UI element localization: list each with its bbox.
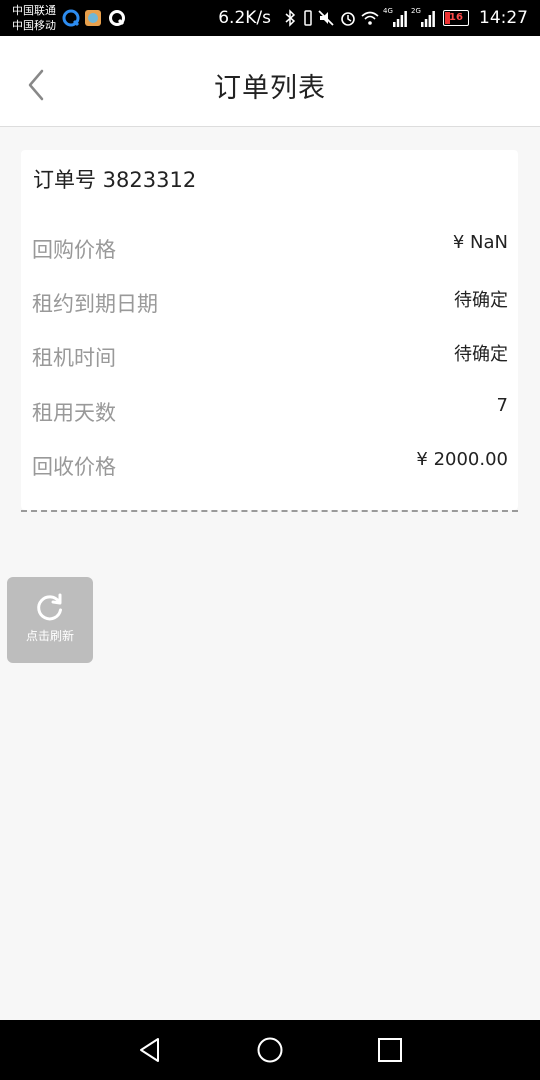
triangle-back-icon [140,1038,159,1062]
status-bar: 中国联通 中国移动 6.2K/s 4G 2G 16 14:27 [0,0,540,36]
net-tag-2g: 2G [411,7,421,15]
nav-home-button[interactable] [254,1034,286,1066]
refresh-button[interactable]: 点击刷新 [7,577,93,663]
signal-2g-icon: 2G [411,7,435,27]
alarm-icon [341,12,355,26]
signal-4g-icon: 4G [383,7,407,27]
row-value: 待确定 [454,344,508,365]
refresh-icon [37,593,62,621]
bluetooth-icon [285,9,296,27]
system-nav-bar [0,1020,540,1080]
nav-back-button[interactable] [134,1034,166,1066]
order-row-rental-days: 租用天数 7 [32,391,508,431]
square-recents-icon [378,1038,402,1062]
carrier-2: 中国移动 [12,19,56,32]
order-row-buyback-price: 回购价格 ¥ NaN [32,228,508,268]
dashed-divider [21,510,518,512]
nav-recents-button[interactable] [374,1034,406,1066]
refresh-label: 点击刷新 [25,629,74,643]
row-value: 待确定 [454,290,508,311]
qq-browser-icon [62,9,80,27]
status-right: 6.2K/s 4G 2G 16 14:27 [218,0,528,36]
order-row-lease-time: 租机时间 待确定 [32,336,508,376]
app-notification-icon [85,10,101,26]
app-header: 订单列表 [0,36,540,127]
row-label: 回购价格 [32,238,116,262]
row-label: 租机时间 [32,346,116,370]
mute-icon [318,10,334,26]
qq-icon [109,10,125,26]
order-card[interactable]: 订单号 3823312 回购价格 ¥ NaN 租约到期日期 待确定 租机时间 待… [21,150,518,510]
order-row-recycle-price: 回收价格 ¥ 2000.00 [32,445,508,485]
circle-home-icon [257,1037,283,1063]
net-tag-4g: 4G [383,7,393,15]
vibrate-icon [304,10,312,26]
carrier-1: 中国联通 [12,4,56,17]
page-title: 订单列表 [214,73,326,104]
row-value: ¥ 2000.00 [416,449,508,470]
row-value: ¥ NaN [452,232,508,253]
row-label: 回收价格 [32,455,116,479]
clock: 14:27 [479,8,528,28]
battery-icon: 16 [443,10,469,26]
order-row-lease-expiry: 租约到期日期 待确定 [32,282,508,322]
order-number: 订单号 3823312 [33,168,197,192]
row-label: 租约到期日期 [32,292,158,316]
carrier-info: 中国联通 中国移动 [12,3,56,33]
battery-level: 16 [449,12,463,23]
row-label: 租用天数 [32,401,116,425]
wifi-icon [361,11,379,25]
row-value: 7 [496,395,508,416]
network-speed: 6.2K/s [218,8,271,28]
